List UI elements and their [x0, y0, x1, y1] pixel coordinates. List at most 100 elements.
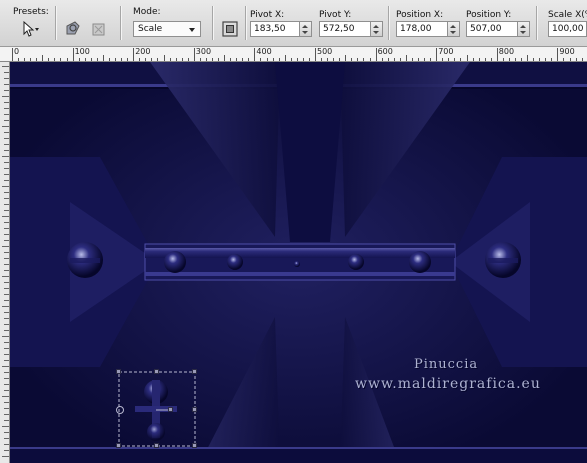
ruler-minor-tick [569, 58, 571, 61]
ruler-minor-tick [66, 58, 68, 61]
ruler-minor-tick [575, 58, 577, 61]
ruler-minor-tick [230, 58, 232, 61]
ruler-label: 200 [135, 47, 151, 56]
ruler-minor-tick [460, 58, 462, 61]
ruler-minor-tick [2, 456, 9, 457]
ruler-minor-tick [24, 58, 26, 61]
ruler-minor-tick [4, 198, 9, 199]
ruler-minor-tick [4, 72, 9, 73]
ruler-label: 800 [498, 47, 515, 56]
ruler-minor-tick [4, 120, 9, 121]
presets-dropdown-button[interactable] [18, 18, 40, 40]
ruler-minor-tick [4, 174, 9, 175]
ruler-minor-tick [2, 126, 9, 127]
ruler-minor-tick [145, 58, 147, 61]
ruler-minor-tick [339, 58, 341, 61]
ruler-minor-tick [2, 66, 9, 67]
position-x-spinner[interactable] [448, 21, 460, 37]
pivot-y-label: Pivot Y: [319, 10, 352, 20]
center-on-canvas-button[interactable] [219, 18, 241, 40]
pick-tool-button[interactable] [62, 18, 84, 40]
ruler-minor-tick [4, 354, 9, 355]
ruler-minor-tick [4, 348, 9, 349]
ruler-minor-tick [4, 168, 9, 169]
pivot-x-spinner[interactable] [300, 21, 312, 37]
ruler-minor-tick [2, 426, 9, 427]
ruler-minor-tick [2, 396, 9, 397]
pivot-y-field[interactable]: 572,50 [319, 21, 371, 37]
ruler-major-tick [436, 48, 438, 61]
ruler-minor-tick [205, 58, 207, 61]
ruler-minor-tick [2, 96, 9, 97]
ruler-minor-tick [4, 258, 9, 259]
ruler-major-tick [193, 48, 195, 61]
toolbar-separator [120, 6, 122, 40]
resize-handle-bottom[interactable] [154, 443, 159, 448]
ruler-minor-tick [539, 58, 541, 61]
resize-handle-top-right[interactable] [192, 369, 197, 374]
resize-handle-bottom-right[interactable] [192, 443, 197, 448]
ruler-minor-tick [96, 58, 98, 61]
pivot-x-label: Pivot X: [250, 10, 285, 20]
position-y-spinner[interactable] [518, 21, 530, 37]
pivot-x-field[interactable]: 183,50 [250, 21, 300, 37]
ruler-minor-tick [2, 306, 9, 307]
ruler-minor-tick [2, 216, 9, 217]
ruler-minor-tick [157, 58, 159, 61]
resize-handle-top-left[interactable] [116, 369, 121, 374]
ruler-minor-tick [290, 58, 292, 61]
position-x-field[interactable]: 178,00 [396, 21, 448, 37]
ruler-minor-tick [121, 58, 123, 61]
ruler-minor-tick [2, 246, 9, 247]
ruler-minor-tick [484, 58, 486, 61]
ruler-minor-tick [4, 390, 9, 391]
center-icon [222, 21, 238, 37]
canvas-artwork [10, 62, 587, 463]
ruler-minor-tick [351, 58, 353, 61]
ruler-minor-tick [18, 58, 20, 61]
ruler-minor-tick [272, 58, 274, 61]
ruler-minor-tick [4, 438, 9, 439]
ruler-minor-tick [266, 58, 268, 61]
ruler-minor-tick [4, 252, 9, 253]
ruler-minor-tick [4, 222, 9, 223]
image-canvas[interactable]: Pinuccia www.maldiregrafica.eu [10, 62, 587, 463]
ruler-minor-tick [4, 444, 9, 445]
ruler-minor-tick [563, 58, 565, 61]
ruler-minor-tick [4, 204, 9, 205]
ruler-minor-tick [4, 102, 9, 103]
ruler-minor-tick [4, 132, 9, 133]
ruler-minor-tick [4, 330, 9, 331]
scale-x-field[interactable]: 100,00 [548, 21, 587, 37]
position-y-field[interactable]: 507,00 [466, 21, 518, 37]
ruler-label: 300 [195, 47, 212, 56]
ruler-minor-tick [42, 55, 44, 61]
ruler-minor-tick [90, 58, 92, 61]
ruler-minor-tick [527, 55, 529, 61]
ruler-minor-tick [4, 300, 9, 301]
ruler-minor-tick [4, 108, 9, 109]
pivot-y-spinner[interactable] [371, 21, 383, 37]
ruler-minor-tick [4, 324, 9, 325]
mode-select[interactable]: Scale [133, 21, 201, 37]
mode-label: Mode: [133, 7, 161, 17]
rotation-handle[interactable] [168, 407, 173, 412]
ruler-label: 500 [317, 47, 333, 56]
ruler-minor-tick [175, 58, 177, 61]
ruler-minor-tick [4, 240, 9, 241]
ruler-minor-tick [4, 234, 9, 235]
reset-button[interactable] [88, 18, 110, 40]
ruler-minor-tick [405, 55, 407, 61]
reset-icon [92, 23, 105, 36]
ruler-minor-tick [54, 58, 56, 61]
position-x-label: Position X: [396, 10, 444, 20]
ruler-major-tick [254, 48, 256, 61]
ruler-minor-tick [369, 58, 371, 61]
position-y-label: Position Y: [466, 10, 512, 20]
ruler-minor-tick [4, 402, 9, 403]
resize-handle-right[interactable] [192, 407, 197, 412]
ruler-label: 600 [377, 47, 393, 56]
resize-handle-top[interactable] [154, 369, 159, 374]
resize-handle-bottom-left[interactable] [116, 443, 121, 448]
vertical-ruler [0, 62, 10, 463]
